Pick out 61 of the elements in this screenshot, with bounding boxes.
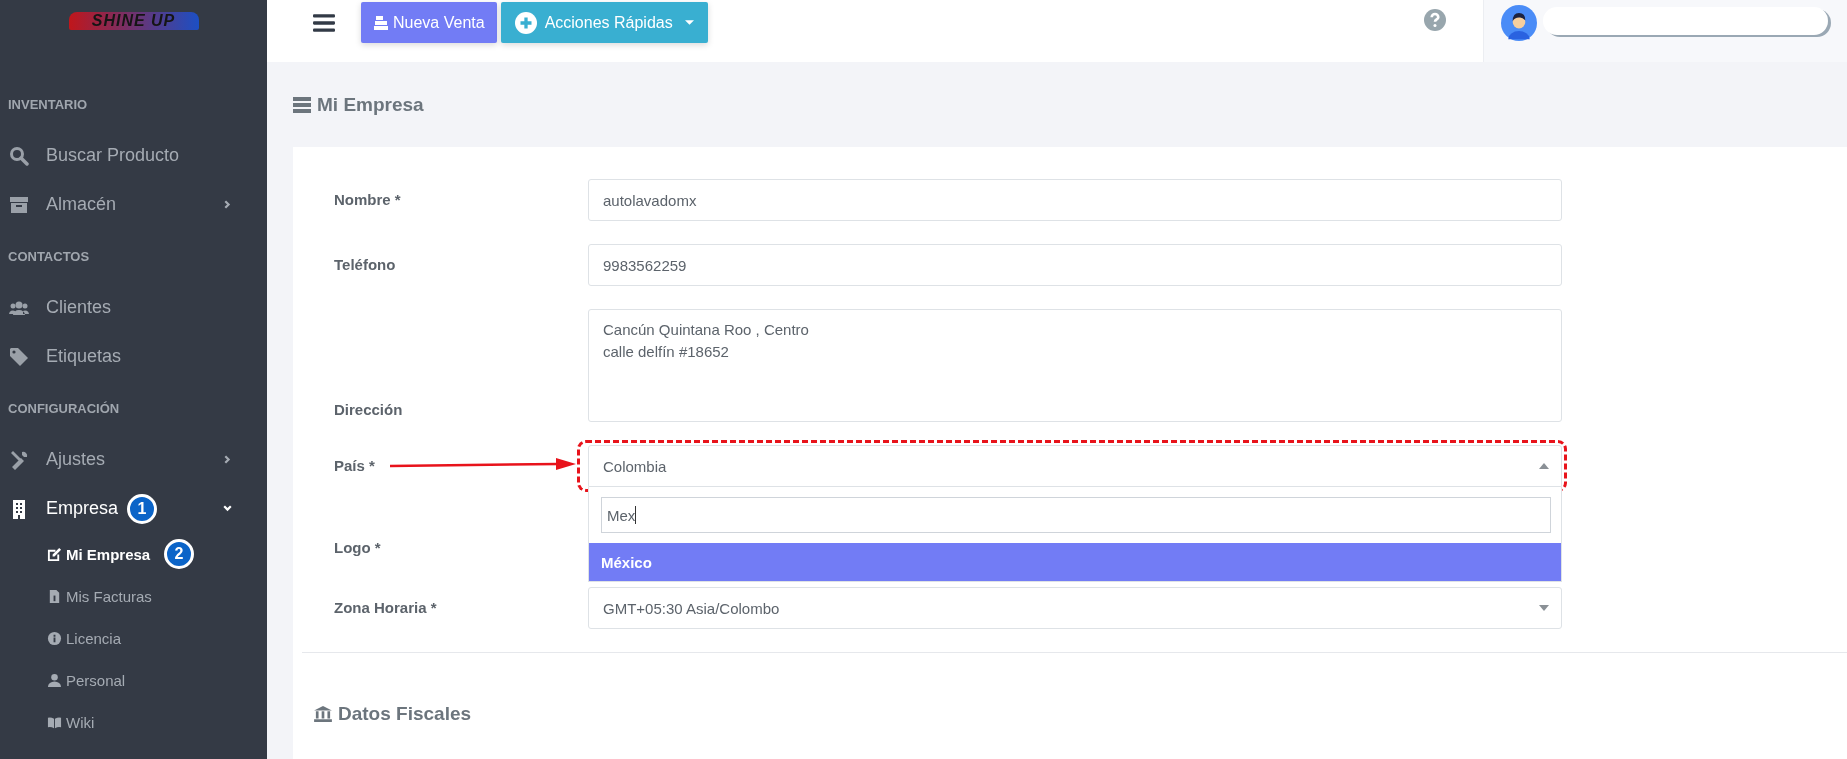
sidebar-item[interactable]: Clientes bbox=[0, 283, 267, 332]
edit-icon bbox=[47, 546, 62, 562]
input-field[interactable]: autolavadomx bbox=[588, 179, 1562, 221]
submenu-label: Mis Facturas bbox=[66, 587, 152, 605]
field-label: Logo * bbox=[334, 539, 381, 556]
field-label: País * bbox=[334, 457, 375, 474]
toolbar-button[interactable]: Nueva Venta bbox=[361, 2, 497, 43]
select-field[interactable]: GMT+05:30 Asia/Colombo bbox=[588, 587, 1562, 629]
search-icon bbox=[9, 145, 29, 166]
step-number-badge: 2 bbox=[164, 539, 194, 569]
select-field[interactable]: Colombia bbox=[588, 445, 1562, 487]
submenu-label: Mi Empresa bbox=[66, 545, 151, 563]
avatar-icon[interactable] bbox=[1501, 5, 1537, 41]
bank-icon bbox=[314, 706, 332, 722]
plus-icon bbox=[514, 11, 537, 34]
menu-label: Almacén bbox=[46, 194, 117, 215]
invoice-icon bbox=[47, 588, 62, 604]
menu-label: Etiquetas bbox=[46, 346, 122, 367]
submenu-item[interactable]: Personal bbox=[0, 659, 267, 701]
submenu-item[interactable]: Licencia bbox=[0, 617, 267, 659]
caret-icon bbox=[684, 19, 694, 26]
info-icon bbox=[47, 630, 62, 646]
field-label: Teléfono bbox=[334, 256, 396, 273]
section-heading: CONFIGURACIÓN bbox=[7, 401, 121, 415]
page-title: Mi Empresa bbox=[317, 93, 424, 116]
sidebar-item[interactable]: Etiquetas bbox=[0, 332, 267, 381]
menu-label: Buscar Producto bbox=[46, 145, 180, 166]
field-label: Nombre * bbox=[334, 191, 401, 208]
submenu-item[interactable]: Wiki bbox=[0, 701, 267, 743]
submenu-item[interactable]: Mis Facturas bbox=[0, 575, 267, 617]
dropdown-option[interactable]: México bbox=[589, 543, 1561, 581]
section-heading: CONTACTOS bbox=[7, 249, 91, 263]
sidebar-item[interactable]: Buscar Producto bbox=[0, 131, 267, 180]
submenu-item[interactable]: Mi Empresa 2 bbox=[0, 533, 267, 575]
caret-up-icon bbox=[1539, 463, 1549, 469]
input-field[interactable]: 9983562259 bbox=[588, 244, 1562, 286]
sidebar-item[interactable]: Ajustes bbox=[0, 435, 267, 484]
menu-label: Empresa bbox=[46, 498, 119, 519]
archive-box-icon bbox=[9, 194, 29, 215]
submenu-label: Personal bbox=[66, 671, 126, 689]
tag-icon bbox=[9, 346, 29, 367]
step-number-badge: 1 bbox=[127, 493, 157, 524]
section-title: Datos Fiscales bbox=[338, 703, 472, 725]
tools-icon bbox=[9, 449, 29, 470]
caret-down-icon bbox=[1539, 605, 1549, 611]
field-label: Dirección bbox=[334, 401, 403, 420]
menu-icon[interactable] bbox=[313, 13, 335, 33]
cash-register-icon bbox=[373, 14, 389, 31]
menu-label: Ajustes bbox=[46, 449, 106, 470]
menu-label: Clientes bbox=[46, 297, 112, 318]
server-icon bbox=[293, 96, 311, 113]
sidebar-item[interactable]: Empresa 1 bbox=[0, 484, 267, 533]
textarea-field[interactable]: Cancún Quintana Roo , Centro calle delfín #18652 bbox=[588, 309, 1562, 422]
field-label: Zona Horaria * bbox=[334, 599, 437, 616]
section-heading: INVENTARIO bbox=[7, 97, 89, 111]
toolbar-button[interactable]: Acciones Rápidas bbox=[500, 2, 708, 43]
search-field[interactable]: Mex bbox=[601, 497, 1551, 533]
submenu-label: Licencia bbox=[66, 629, 122, 647]
submenu-label: Wiki bbox=[66, 713, 95, 731]
user-icon bbox=[47, 672, 62, 688]
sidebar-item[interactable]: Almacén bbox=[0, 180, 267, 229]
